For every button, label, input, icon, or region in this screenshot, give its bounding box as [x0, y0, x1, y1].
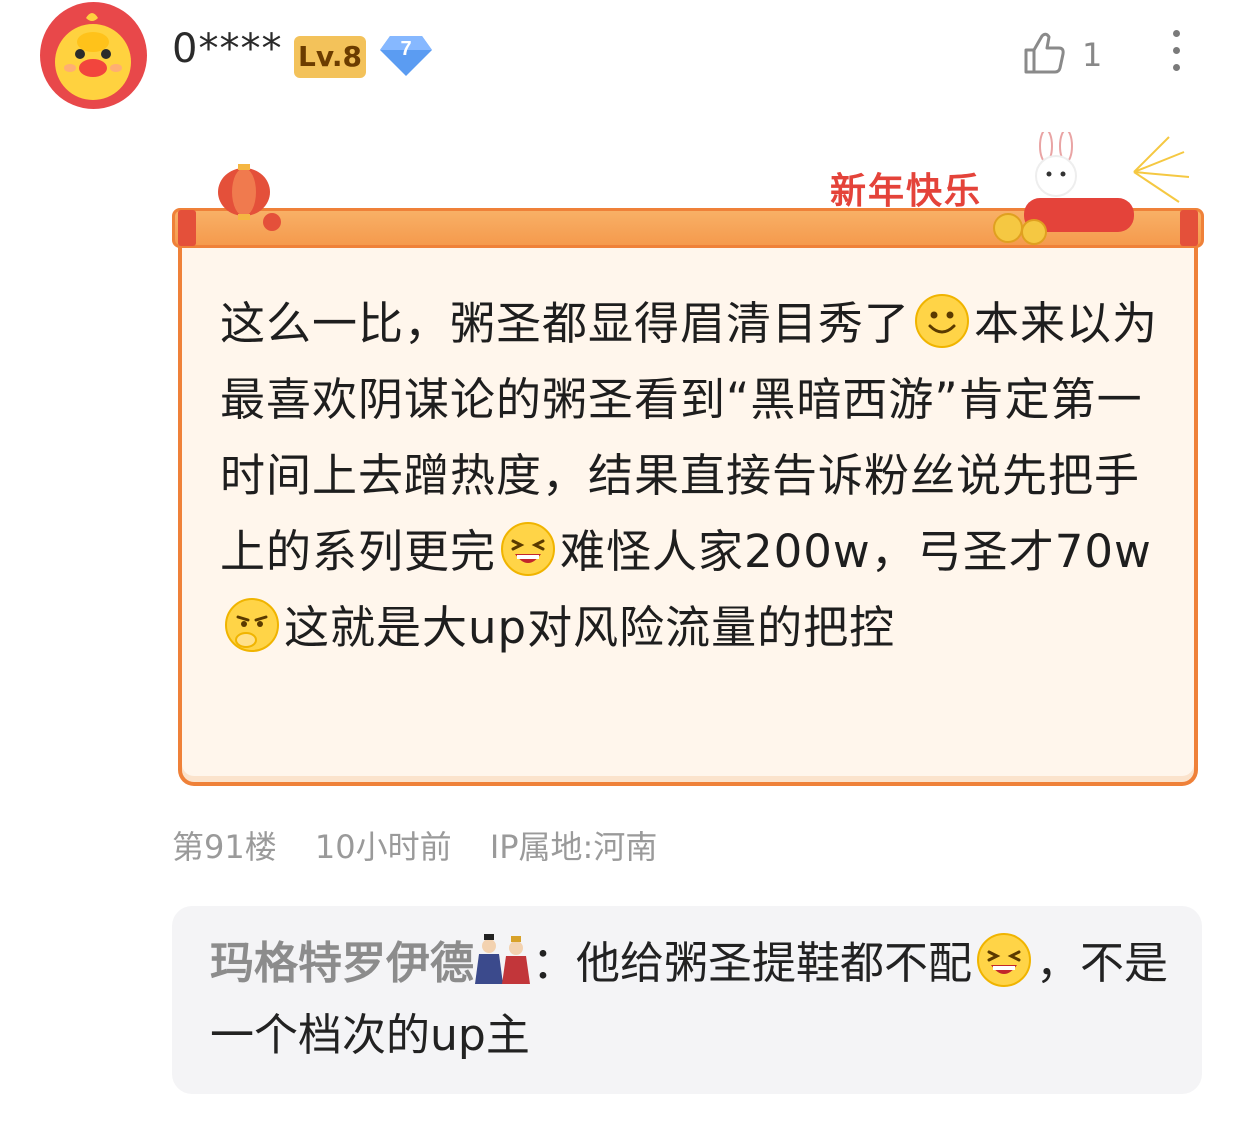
- greeting-card: 这么一比，粥圣都显得眉清目秀了 本来以为最喜欢阴谋论的粥圣看到“黑暗西游”肯定第…: [172, 132, 1204, 790]
- ip-location: IP属地:河南: [489, 828, 658, 866]
- card-text-3: 难怪人家200w，弓圣才70w: [560, 525, 1152, 578]
- card-text-1: 这么一比，粥圣都显得眉清目秀了: [220, 297, 911, 350]
- card-text-4: 这就是大up对风险流量的把控: [284, 601, 896, 654]
- think-emoji-icon: [225, 598, 279, 652]
- more-vertical-icon[interactable]: [1168, 30, 1184, 78]
- laugh-emoji-icon: [977, 933, 1031, 987]
- banner-title: 新年快乐: [829, 170, 982, 212]
- username[interactable]: 0****: [172, 26, 282, 72]
- floor-number: 第91楼: [172, 828, 277, 866]
- reply-text: 玛格特罗伊德 ：他给粥圣提鞋都不配 ，不是一个档次的up主: [210, 928, 1170, 1072]
- post-meta: 第91楼 10小时前 IP属地:河南: [172, 822, 685, 868]
- lantern-icon: [218, 164, 281, 231]
- scroll-cap-left: [178, 210, 196, 246]
- reply-author[interactable]: 玛格特罗伊德: [210, 938, 474, 989]
- like-count: 1: [1082, 36, 1103, 74]
- level-badge: Lv.8: [294, 36, 366, 78]
- avatar[interactable]: [40, 2, 147, 109]
- gem-level: 7: [400, 38, 412, 60]
- duck-avatar-icon: [55, 13, 131, 100]
- diamond-icon: 7: [378, 34, 434, 78]
- smile-emoji-icon: [915, 294, 970, 348]
- reply-text-1: 他给粥圣提鞋都不配: [576, 938, 972, 989]
- reply-separator: ：: [532, 938, 576, 989]
- reply-preview[interactable]: 玛格特罗伊德 ：他给粥圣提鞋都不配 ，不是一个档次的up主: [172, 906, 1202, 1094]
- laugh-emoji-icon: [501, 522, 556, 576]
- thumbs-up-icon[interactable]: [1020, 30, 1066, 76]
- post-time: 10小时前: [314, 828, 452, 866]
- rabbit-firecracker-icon: [993, 132, 1190, 245]
- doll-figures-emoji-icon: [475, 934, 530, 984]
- card-paper: 这么一比，粥圣都显得眉清目秀了 本来以为最喜欢阴谋论的粥圣看到“黑暗西游”肯定第…: [178, 242, 1198, 786]
- card-text: 这么一比，粥圣都显得眉清目秀了 本来以为最喜欢阴谋论的粥圣看到“黑暗西游”肯定第…: [220, 286, 1180, 666]
